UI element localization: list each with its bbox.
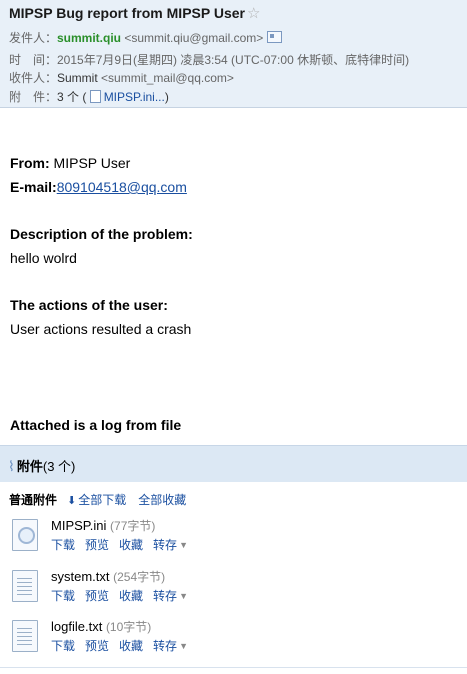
forward-link[interactable]: 转存 xyxy=(153,639,177,653)
mail-subject: MIPSP Bug report from MIPSP User ☆ xyxy=(9,4,260,22)
download-arrow-icon: ⬇ xyxy=(67,495,77,507)
attachment-row: 附 件：3 个 ( MIPSP.ini...) xyxy=(9,88,169,105)
text-file-icon[interactable] xyxy=(12,620,38,652)
chevron-down-icon[interactable]: ▼ xyxy=(179,540,188,550)
attachments-bar-count: (3 个) xyxy=(42,459,76,474)
attachment-name[interactable]: logfile.txt xyxy=(51,619,102,634)
attachments-section-title: 普通附件 xyxy=(9,493,58,507)
paperclip-icon: ⌇ xyxy=(8,458,15,474)
attachment-name[interactable]: system.txt xyxy=(51,569,110,584)
attachment-name-line: system.txt (254字节) xyxy=(51,568,165,585)
attachment-item: MIPSP.ini (77字节) 下载 预览 收藏 转存 ▼ xyxy=(12,516,452,558)
document-icon xyxy=(89,90,101,103)
ini-file-icon[interactable] xyxy=(12,519,38,551)
attachment-count: 3 个 ( xyxy=(57,90,87,104)
preview-link[interactable]: 预览 xyxy=(85,538,109,552)
forward-link[interactable]: 转存 xyxy=(153,538,177,552)
attachment-name-line: MIPSP.ini (77字节) xyxy=(51,517,155,534)
contact-card-icon[interactable] xyxy=(267,31,283,43)
favorite-link[interactable]: 收藏 xyxy=(119,639,143,653)
download-all-link[interactable]: 全部下载 xyxy=(78,493,126,507)
favorite-link[interactable]: 收藏 xyxy=(119,589,143,603)
sender-row: 发件人：summit.qiu <summit.qiu@gmail.com> xyxy=(9,29,283,46)
favorite-link[interactable]: 收藏 xyxy=(119,538,143,552)
attachment-size: (77字节) xyxy=(110,519,156,533)
attachments-bar-title: ⌇ 附件(3 个) xyxy=(8,456,75,475)
attachment-preview-link[interactable]: MIPSP.ini... xyxy=(104,90,165,104)
divider xyxy=(0,667,467,668)
recipient-email[interactable]: <summit_mail@qq.com> xyxy=(101,71,234,85)
attachments-toolbar: 普通附件 ⬇ 全部下载 全部收藏 xyxy=(9,491,198,508)
body-email-link[interactable]: 809104518@qq.com xyxy=(57,179,187,195)
attachment-size: (254字节) xyxy=(113,570,166,584)
attachment-name[interactable]: MIPSP.ini xyxy=(51,518,106,533)
attachments-bar: ⌇ 附件(3 个) xyxy=(0,445,467,482)
recipient-name[interactable]: Summit xyxy=(57,71,98,85)
sender-name[interactable]: summit.qiu xyxy=(57,31,121,45)
attachment-label: 附 件： xyxy=(9,90,58,104)
attachment-size: (10字节) xyxy=(105,620,152,634)
save-all-link[interactable]: 全部收藏 xyxy=(138,493,186,507)
forward-link[interactable]: 转存 xyxy=(153,589,177,603)
attachment-item: logfile.txt (10字节) 下载 预览 收藏 转存 ▼ xyxy=(12,617,452,659)
attachment-item: system.txt (254字节) 下载 预览 收藏 转存 ▼ xyxy=(12,567,452,609)
preview-link[interactable]: 预览 xyxy=(85,639,109,653)
star-icon[interactable]: ☆ xyxy=(247,5,260,22)
body-from-value: MIPSP User xyxy=(49,155,131,171)
recipient-label: 收件人： xyxy=(9,71,58,85)
attachment-actions: 下载 预览 收藏 转存 ▼ xyxy=(51,587,188,604)
attachment-actions: 下载 预览 收藏 转存 ▼ xyxy=(51,637,188,654)
download-link[interactable]: 下载 xyxy=(51,538,75,552)
description-heading: Description of the problem: xyxy=(10,226,193,242)
chevron-down-icon[interactable]: ▼ xyxy=(179,591,188,601)
sender-email[interactable]: <summit.qiu@gmail.com> xyxy=(124,31,263,45)
body-from-line: From: MIPSP User xyxy=(10,155,130,171)
text-file-icon[interactable] xyxy=(12,570,38,602)
attachment-actions: 下载 预览 收藏 转存 ▼ xyxy=(51,536,188,553)
recipient-row: 收件人：Summit <summit_mail@qq.com> xyxy=(9,69,234,86)
attachment-name-line: logfile.txt (10字节) xyxy=(51,618,151,635)
actions-text: User actions resulted a crash xyxy=(10,321,192,337)
body-email-label: E-mail: xyxy=(10,179,57,195)
time-row: 时 间：2015年7月9日(星期四) 凌晨3:54 (UTC-07:00 休斯顿… xyxy=(9,51,409,68)
sender-label: 发件人： xyxy=(9,31,58,45)
download-link[interactable]: 下载 xyxy=(51,589,75,603)
chevron-down-icon[interactable]: ▼ xyxy=(179,641,188,651)
attachment-close-paren: ) xyxy=(164,90,169,104)
description-text: hello wolrd xyxy=(10,250,77,266)
mail-header: MIPSP Bug report from MIPSP User ☆ 发件人：su… xyxy=(0,0,467,108)
attached-note: Attached is a log from file xyxy=(10,417,182,433)
body-from-label: From: xyxy=(10,155,50,171)
subject-text: MIPSP Bug report from MIPSP User xyxy=(9,5,245,21)
body-email-line: E-mail:809104518@qq.com xyxy=(10,179,187,195)
time-label: 时 间： xyxy=(9,53,58,67)
preview-link[interactable]: 预览 xyxy=(85,589,109,603)
actions-heading: The actions of the user: xyxy=(10,297,168,313)
time-value: 2015年7月9日(星期四) 凌晨3:54 (UTC-07:00 休斯顿、底特律… xyxy=(57,53,410,67)
download-link[interactable]: 下载 xyxy=(51,639,75,653)
attachments-bar-label: 附件 xyxy=(16,459,43,474)
